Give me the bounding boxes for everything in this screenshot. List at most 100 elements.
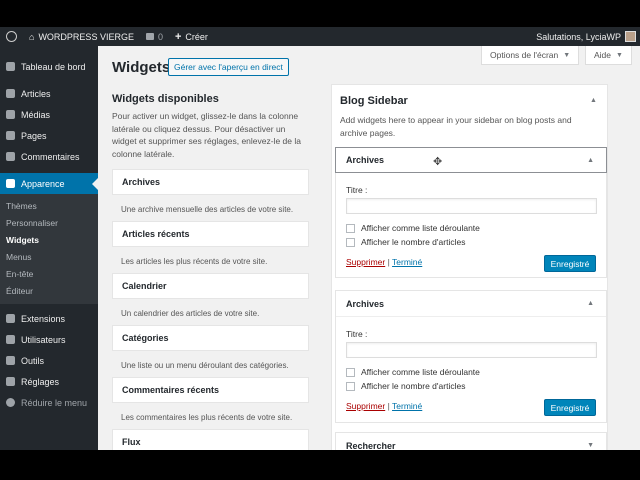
collapse-arrow-icon: [6, 398, 15, 407]
available-widget-archives[interactable]: Archives: [112, 169, 309, 195]
submenu-item-menus[interactable]: Menus: [0, 248, 98, 265]
checkbox[interactable]: [346, 367, 355, 377]
comment-icon: [6, 152, 15, 161]
blog-sidebar-title: Blog Sidebar: [340, 95, 408, 107]
title-label: Titre :: [346, 185, 368, 195]
help-button[interactable]: Aide ▼: [585, 46, 632, 65]
sidebar-item-label: Commentaires: [21, 151, 80, 162]
delete-link[interactable]: Supprimer: [346, 401, 385, 411]
help-label: Aide: [594, 50, 612, 60]
submenu-item-customize[interactable]: Personnaliser: [0, 214, 98, 231]
title-label: Titre :: [346, 329, 368, 339]
manage-live-preview-button[interactable]: Gérer avec l'aperçu en direct: [168, 58, 289, 76]
submenu-item-editor[interactable]: Éditeur: [0, 282, 98, 299]
admin-sidebar: Tableau de bord Articles Médias Pages Co…: [0, 46, 98, 450]
collapse-sidebar-arrow-icon[interactable]: ▲: [590, 97, 597, 104]
sidebar-item-media[interactable]: Médias: [0, 104, 98, 125]
sidebar-item-appearance[interactable]: Apparence: [0, 173, 98, 194]
caret-down-icon: ▼: [616, 51, 623, 59]
widget-header[interactable]: Archives ▲: [336, 291, 606, 317]
page-title: Widgets: [112, 59, 171, 76]
available-widget-categories[interactable]: Catégories: [112, 325, 309, 351]
widget-description: Un calendrier des articles de votre site…: [121, 309, 260, 318]
widget-title: Rechercher: [346, 441, 396, 450]
submenu-item-themes[interactable]: Thèmes: [0, 197, 98, 214]
collapse-menu-button[interactable]: Réduire le menu: [0, 392, 98, 413]
checkbox[interactable]: [346, 223, 355, 233]
expand-arrow-icon[interactable]: ▼: [587, 442, 594, 449]
comments-count: 0: [157, 31, 163, 42]
sidebar-widget-search: Rechercher ▼: [335, 432, 607, 450]
widget-name: Catégories: [122, 333, 169, 343]
widget-name: Articles récents: [122, 229, 190, 239]
available-widget-calendar[interactable]: Calendrier: [112, 273, 309, 299]
dropdown-checkbox-row[interactable]: Afficher comme liste déroulante: [346, 223, 480, 233]
delete-link[interactable]: Supprimer: [346, 257, 385, 267]
link-separator: |: [387, 257, 390, 267]
sidebar-item-tools[interactable]: Outils: [0, 350, 98, 371]
available-widget-feed[interactable]: Flux: [112, 429, 309, 450]
comment-bubble-icon: [145, 33, 154, 40]
wordpress-logo-button[interactable]: [0, 27, 23, 46]
widget-form: Titre : Afficher comme liste déroulante …: [336, 172, 606, 277]
sidebar-item-label: Médias: [21, 109, 51, 120]
site-name-link[interactable]: ⌂ WORDPRESS VIERGE: [23, 27, 140, 46]
done-link[interactable]: Terminé: [392, 257, 422, 267]
widget-description: Les commentaires les plus récents de vot…: [121, 413, 293, 422]
save-button[interactable]: Enregistré: [544, 399, 596, 416]
blog-sidebar-description: Add widgets here to appear in your sideb…: [340, 115, 572, 138]
available-widget-recent-posts[interactable]: Articles récents: [112, 221, 309, 247]
done-link[interactable]: Terminé: [392, 401, 422, 411]
account-menu[interactable]: Salutations, LyciaWP: [530, 27, 640, 46]
submenu-item-widgets[interactable]: Widgets: [0, 231, 98, 248]
sidebar-item-posts[interactable]: Articles: [0, 83, 98, 104]
widget-header[interactable]: Rechercher ▼: [336, 433, 606, 450]
checkbox[interactable]: [346, 381, 355, 391]
collapse-arrow-icon[interactable]: ▲: [587, 300, 594, 307]
sidebar-item-label: Extensions: [21, 313, 66, 324]
submenu-item-header[interactable]: En-tête: [0, 265, 98, 282]
appearance-submenu: Thèmes Personnaliser Widgets Menus En-tê…: [0, 194, 98, 304]
save-button[interactable]: Enregistré: [544, 255, 596, 272]
comments-link[interactable]: 0: [140, 27, 169, 46]
wordpress-admin-frame: ⌂ WORDPRESS VIERGE 0 + Créer Salutations…: [0, 27, 640, 450]
sidebar-item-settings[interactable]: Réglages: [0, 371, 98, 392]
new-content-link[interactable]: + Créer: [169, 27, 214, 46]
pin-icon: [6, 89, 15, 98]
settings-icon: [6, 377, 15, 386]
widget-header[interactable]: Archives ✥ ▲: [335, 147, 607, 173]
screen-options-button[interactable]: Options de l'écran ▼: [481, 46, 580, 65]
sidebar-item-users[interactable]: Utilisateurs: [0, 329, 98, 350]
admin-bar: ⌂ WORDPRESS VIERGE 0 + Créer Salutations…: [0, 27, 640, 46]
post-count-checkbox-row[interactable]: Afficher le nombre d'articles: [346, 237, 465, 247]
collapse-arrow-icon[interactable]: ▲: [587, 157, 594, 164]
sidebar-widget-archives-1: Archives ✥ ▲ Titre : Afficher comme list…: [335, 147, 607, 278]
widget-name: Flux: [122, 437, 141, 447]
home-icon: ⌂: [29, 31, 35, 42]
media-icon: [6, 110, 15, 119]
sidebar-item-comments[interactable]: Commentaires: [0, 146, 98, 167]
sidebar-item-pages[interactable]: Pages: [0, 125, 98, 146]
widget-links: Supprimer | Terminé: [346, 257, 422, 267]
widget-name: Commentaires récents: [122, 385, 220, 395]
title-input[interactable]: [346, 342, 597, 358]
link-separator: |: [387, 401, 390, 411]
sidebar-item-dashboard[interactable]: Tableau de bord: [0, 56, 98, 77]
sidebar-item-label: Outils: [21, 355, 45, 366]
checkbox[interactable]: [346, 237, 355, 247]
widget-description: Les articles les plus récents de votre s…: [121, 257, 268, 266]
wrench-icon: [6, 356, 15, 365]
sidebar-item-plugins[interactable]: Extensions: [0, 308, 98, 329]
post-count-checkbox-row[interactable]: Afficher le nombre d'articles: [346, 381, 465, 391]
move-cursor-icon: ✥: [433, 156, 443, 168]
widget-description: Une archive mensuelle des articles de vo…: [121, 205, 294, 214]
sidebar-item-label: Utilisateurs: [21, 334, 66, 345]
dropdown-checkbox-row[interactable]: Afficher comme liste déroulante: [346, 367, 480, 377]
widget-description: Une liste ou un menu déroulant des catég…: [121, 361, 289, 370]
screen-options-label: Options de l'écran: [490, 50, 559, 60]
widget-links: Supprimer | Terminé: [346, 401, 422, 411]
available-widget-recent-comments[interactable]: Commentaires récents: [112, 377, 309, 403]
brush-icon: [6, 179, 15, 188]
title-input[interactable]: [346, 198, 597, 214]
sidebar-item-label: Apparence: [21, 178, 65, 189]
